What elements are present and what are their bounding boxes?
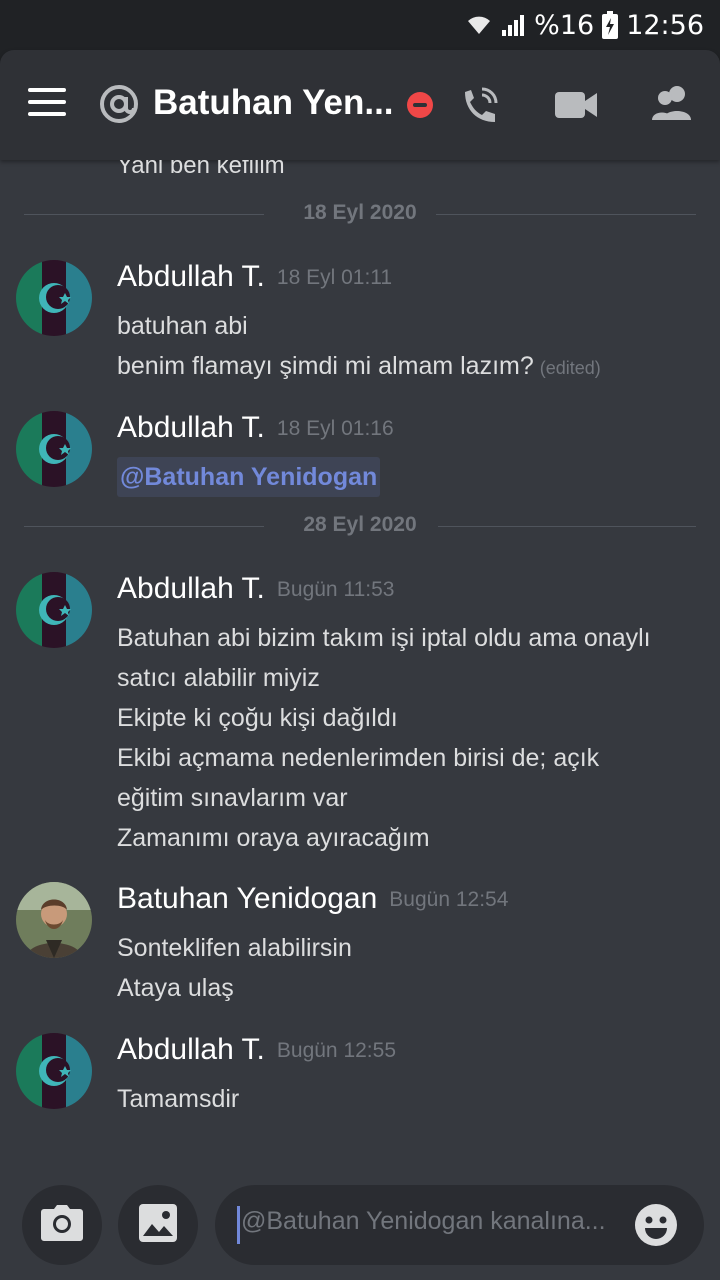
- message-author[interactable]: Abdullah T. Bugün 11:53: [117, 572, 394, 606]
- avatar[interactable]: [16, 882, 92, 958]
- date-label: 18 Eyl 2020: [303, 201, 417, 224]
- message-timestamp: Bugün 11:53: [276, 578, 395, 601]
- text-caret: [237, 1206, 240, 1244]
- battery-percent: %16: [534, 9, 595, 41]
- image-icon: [138, 1203, 178, 1247]
- message-timestamp: Bugün 12:54: [389, 888, 509, 911]
- message-text-edited: benim flamayı şimdi mi almam lazım? (edit…: [117, 352, 601, 380]
- signal-icon: [500, 12, 526, 38]
- message-author[interactable]: Batuhan Yenidogan Bugün 12:54: [117, 882, 508, 916]
- message-timestamp: Bugün 12:55: [276, 1039, 396, 1062]
- message-body: Sonteklifen alabilirsin Ataya ulaş: [117, 928, 707, 1008]
- camera-icon: [40, 1203, 84, 1247]
- message-text: Batuhan abi bizim takım işi iptal oldu a…: [117, 624, 651, 652]
- message-author[interactable]: Abdullah T. 18 Eyl 01:11: [117, 260, 392, 294]
- video-icon[interactable]: [552, 80, 602, 130]
- message-text: Ekipte ki çoğu kişi dağıldı: [117, 704, 398, 732]
- avatar[interactable]: [16, 572, 92, 648]
- call-icon[interactable]: [455, 80, 505, 130]
- avatar[interactable]: [16, 260, 92, 336]
- message-text: eğitim sınavlarım var: [117, 784, 348, 812]
- emoji-icon[interactable]: [633, 1202, 679, 1248]
- message-composer: @Batuhan Yenidogan kanalına...: [0, 1165, 720, 1280]
- chat-screen: %16 12:56 Batuhan Yen... Yani ben kefili…: [0, 0, 720, 1280]
- message-author[interactable]: Abdullah T. 18 Eyl 01:16: [117, 411, 394, 445]
- user-mention[interactable]: @Batuhan Yenidogan: [117, 457, 381, 497]
- battery-charging-icon: [602, 11, 619, 39]
- wifi-icon: [466, 12, 492, 38]
- status-bar: %16 12:56: [0, 0, 720, 50]
- message-body: Batuhan abi bizim takım işi iptal oldu a…: [117, 618, 707, 858]
- header-bar: Batuhan Yen...: [0, 50, 720, 160]
- message-list[interactable]: Yani ben kefilim 18 Eyl 2020 Abdullah T.: [0, 160, 720, 1165]
- message-text: batuhan abi: [117, 312, 248, 340]
- message-body: Tamamsdir: [117, 1079, 707, 1119]
- camera-button[interactable]: [22, 1185, 102, 1265]
- channel-title: Batuhan Yen...: [153, 83, 394, 122]
- gallery-button[interactable]: [118, 1185, 198, 1265]
- message-text: Sonteklifen alabilirsin: [117, 934, 352, 962]
- date-label: 28 Eyl 2020: [303, 513, 417, 536]
- date-divider: 18 Eyl 2020: [24, 200, 696, 230]
- message-author[interactable]: Abdullah T. Bugün 12:55: [117, 1033, 396, 1067]
- dnd-status-icon: [407, 92, 433, 118]
- message-text: Zamanımı oraya ayıracağım: [117, 824, 430, 852]
- at-icon: [98, 83, 140, 125]
- message-text: Tamamsdir: [117, 1085, 240, 1113]
- message-input[interactable]: @Batuhan Yenidogan kanalına...: [215, 1185, 704, 1265]
- partial-message-text: Yani ben kefilim: [117, 160, 285, 179]
- clock: 12:56: [626, 9, 704, 41]
- message-input-placeholder: @Batuhan Yenidogan kanalına...: [241, 1207, 606, 1235]
- message-text: Ataya ulaş: [117, 974, 234, 1002]
- message-text: satıcı alabilir miyiz: [117, 664, 320, 692]
- message-body: batuhan abi benim flamayı şimdi mi almam…: [117, 306, 707, 388]
- channel-header: Batuhan Yen...: [0, 50, 720, 160]
- message-body: @Batuhan Yenidogan: [117, 457, 707, 497]
- avatar[interactable]: [16, 1033, 92, 1109]
- message-timestamp: 18 Eyl 01:11: [276, 266, 393, 289]
- message-timestamp: 18 Eyl 01:16: [276, 417, 394, 440]
- message-text: Ekibi açmama nedenlerimden birisi de; aç…: [117, 744, 600, 772]
- avatar[interactable]: [16, 411, 92, 487]
- menu-icon[interactable]: [28, 88, 68, 118]
- date-divider: 28 Eyl 2020: [24, 512, 696, 542]
- edited-label: (edited): [539, 358, 601, 378]
- members-icon[interactable]: [648, 80, 698, 130]
